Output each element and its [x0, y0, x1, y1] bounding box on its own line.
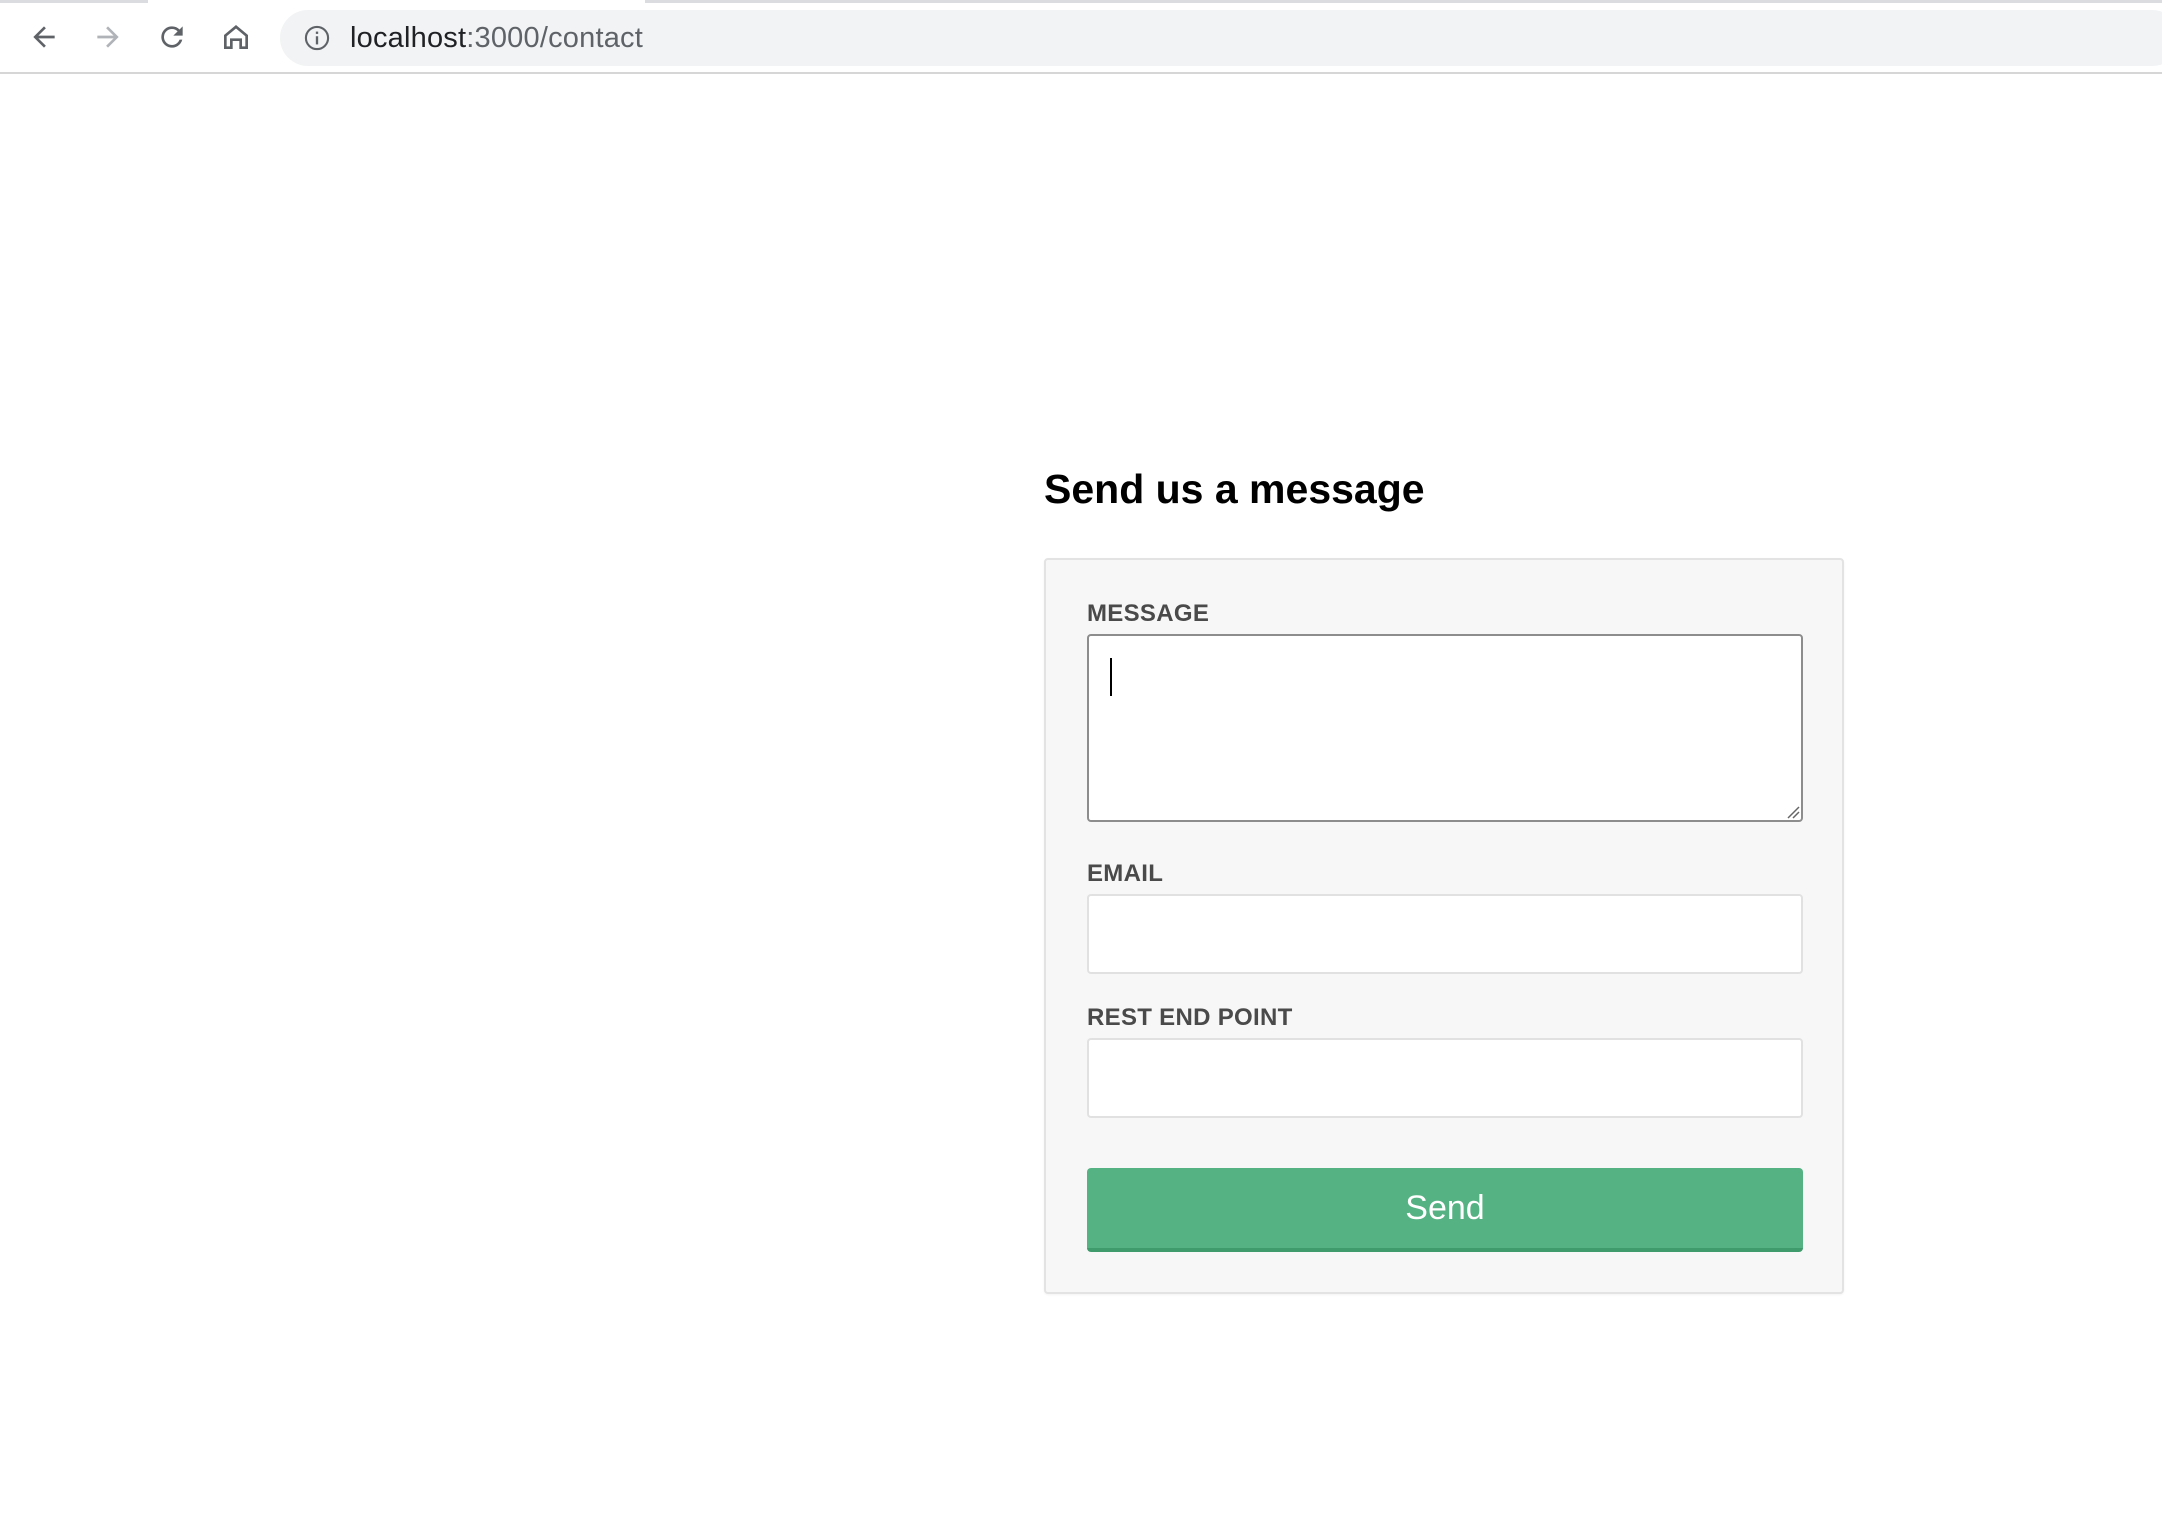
address-bar[interactable]: localhost:3000/contact — [280, 10, 2162, 66]
text-cursor — [1110, 658, 1112, 696]
email-label: EMAIL — [1087, 860, 1164, 887]
resize-handle-icon[interactable] — [1786, 805, 1800, 819]
home-icon — [224, 25, 248, 49]
url-host: localhost — [350, 21, 467, 54]
arrow-right-icon — [97, 26, 119, 48]
home-button[interactable] — [212, 12, 260, 62]
info-icon[interactable] — [302, 23, 332, 53]
contact-form-card: MESSAGE EMAIL REST END POINT Send — [1044, 558, 1844, 1294]
back-button[interactable] — [20, 12, 68, 62]
loading-indicator — [0, 0, 148, 3]
rest-endpoint-label: REST END POINT — [1087, 1004, 1293, 1031]
url-text: localhost:3000/contact — [350, 22, 643, 55]
send-button[interactable]: Send — [1087, 1168, 1803, 1252]
page-title: Send us a message — [1044, 466, 1425, 512]
forward-button[interactable] — [84, 12, 132, 62]
loading-indicator-track — [645, 0, 2162, 3]
browser-toolbar: localhost:3000/contact — [0, 0, 2162, 74]
url-path: :3000/contact — [466, 21, 643, 54]
reload-button[interactable] — [148, 12, 196, 62]
message-textarea[interactable] — [1087, 634, 1803, 822]
message-label: MESSAGE — [1087, 600, 1210, 627]
rest-endpoint-field[interactable] — [1087, 1038, 1803, 1118]
reload-icon — [161, 26, 183, 48]
arrow-left-icon — [33, 26, 55, 48]
email-field[interactable] — [1087, 894, 1803, 974]
